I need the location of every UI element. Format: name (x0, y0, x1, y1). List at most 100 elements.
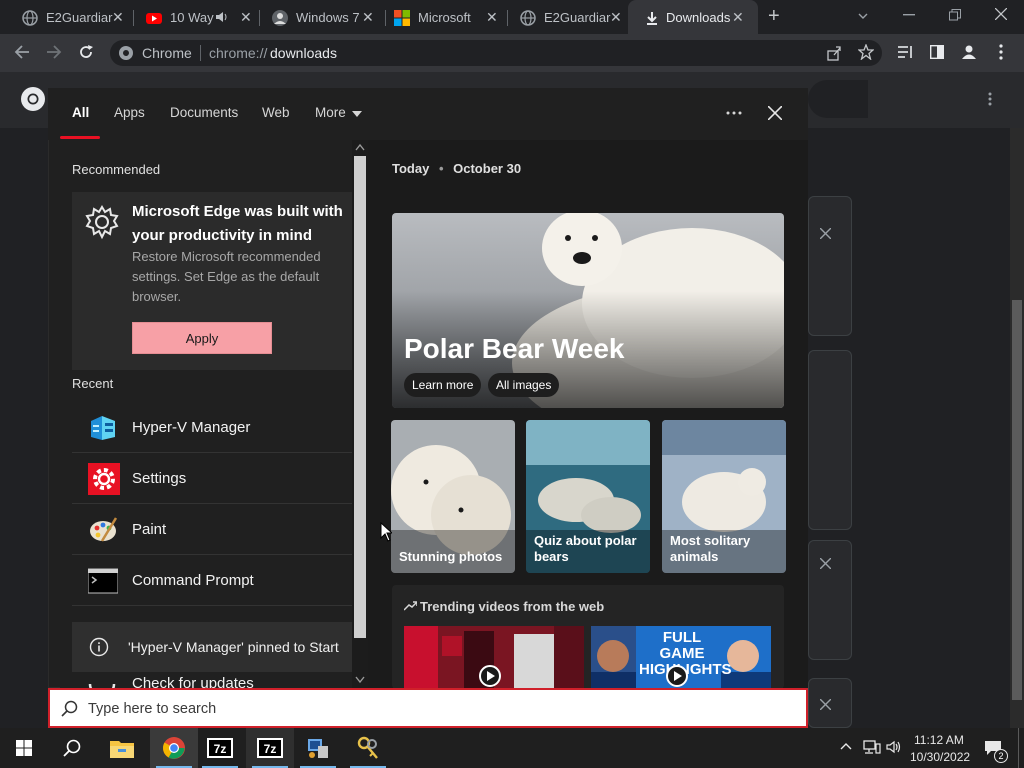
recent-item-settings[interactable]: Settings (72, 454, 352, 504)
taskbar-chrome[interactable] (150, 728, 198, 768)
stunning-photos-tile[interactable]: Stunning photos (391, 420, 515, 573)
restore-icon[interactable] (949, 9, 961, 21)
bookmark-star-icon[interactable] (858, 44, 874, 60)
volume-icon[interactable] (886, 740, 902, 754)
scroll-down-icon[interactable] (355, 676, 365, 684)
network-admin-icon (308, 739, 328, 758)
clock-time[interactable]: 11:12 AM (914, 733, 964, 747)
apply-button[interactable]: Apply (132, 322, 272, 354)
all-images-button[interactable]: All images (488, 373, 560, 397)
downloads-menu-icon[interactable] (988, 92, 992, 106)
tab-close-icon[interactable]: ✕ (486, 9, 498, 26)
url-host: downloads (270, 45, 337, 61)
tab-close-icon[interactable]: ✕ (610, 9, 622, 26)
tab-strip: E2Guardiar ✕ 10 Way ✕ Windows 7 ✕ Micros… (0, 0, 1024, 34)
taskbar-keys-app[interactable] (344, 728, 392, 768)
pinned-toast: 'Hyper-V Manager' pinned to Start (72, 622, 352, 672)
show-hidden-icons-chevron[interactable] (840, 742, 852, 750)
search-input[interactable] (88, 699, 688, 719)
side-panel-icon[interactable] (930, 45, 944, 59)
chrome-page-icon (119, 46, 133, 60)
tab-10-ways[interactable]: 10 Way ✕ (124, 0, 258, 34)
play-icon[interactable] (666, 665, 688, 687)
start-button[interactable] (0, 728, 48, 768)
reading-list-icon[interactable] (898, 45, 914, 59)
recent-item-paint[interactable]: Paint (72, 505, 352, 555)
tab-all[interactable]: All (72, 105, 89, 120)
taskbar-7zip[interactable]: 7z (196, 728, 244, 768)
tile-caption: Most solitary animals (670, 533, 751, 564)
most-solitary-animals-tile[interactable]: Most solitary animals (662, 420, 786, 573)
learn-more-button[interactable]: Learn more (404, 373, 482, 397)
recent-item-label: Command Prompt (132, 572, 254, 589)
taskbar-search-box[interactable] (48, 688, 808, 728)
command-prompt-icon (88, 568, 118, 594)
clock-date[interactable]: 10/30/2022 (910, 750, 970, 764)
forward-arrow-icon[interactable] (46, 44, 62, 60)
taskbar-network-admin[interactable] (294, 728, 342, 768)
tab-microsoft[interactable]: Microsoft ✕ (372, 0, 504, 34)
tab-label: 10 Way (170, 10, 214, 25)
taskbar-search-button[interactable] (48, 728, 96, 768)
recommended-title: Microsoft Edge was built with your produ… (132, 203, 343, 244)
recent-item-label: Settings (132, 470, 187, 487)
microsoft-logo-icon (394, 10, 410, 26)
new-tab-button[interactable]: + (768, 5, 780, 28)
tab-e2guardian-2[interactable]: E2Guardiar ✕ (498, 0, 630, 34)
recommended-body: Restore Microsoft recommended settings. … (132, 249, 321, 304)
youtube-icon (146, 13, 162, 24)
active-tab-indicator (60, 136, 100, 139)
profile-icon[interactable] (961, 44, 977, 60)
tab-windows-7[interactable]: Windows 7 ✕ (250, 0, 382, 34)
tab-label: Microsoft (418, 10, 471, 25)
page-scrollbar-thumb[interactable] (1012, 300, 1022, 700)
play-icon[interactable] (479, 665, 501, 687)
tab-e2guardian-1[interactable]: E2Guardiar ✕ (0, 0, 132, 34)
trending-arrow-icon (404, 601, 417, 611)
tab-downloads[interactable]: Downloads ✕ (628, 0, 758, 34)
more-caret-icon[interactable] (352, 111, 362, 117)
speaker-icon[interactable] (216, 11, 229, 23)
address-bar[interactable]: Chrome chrome:// downloads (110, 40, 882, 66)
recent-item-command-prompt[interactable]: Command Prompt (72, 556, 352, 606)
recent-item-label: Hyper-V Manager (132, 419, 251, 436)
close-flyout-icon[interactable] (768, 106, 782, 120)
tab-label: Windows 7 (296, 10, 360, 25)
network-icon[interactable] (863, 740, 881, 754)
toast-message: 'Hyper-V Manager' pinned to Start (128, 639, 339, 655)
reload-icon[interactable] (78, 44, 94, 60)
minimize-icon[interactable] (903, 14, 915, 16)
date-prefix: Today (392, 161, 430, 176)
quiz-polar-bears-tile[interactable]: Quiz about polar bears (526, 420, 650, 573)
tab-documents[interactable]: Documents (170, 105, 238, 120)
remove-download-icon[interactable] (820, 699, 831, 710)
chrome-menu-icon[interactable] (999, 44, 1003, 60)
tab-web[interactable]: Web (262, 105, 290, 120)
taskbar-file-explorer[interactable] (98, 728, 146, 768)
tab-search-chevron-icon[interactable] (857, 10, 869, 22)
remove-download-icon[interactable] (820, 558, 831, 569)
recent-heading: Recent (72, 376, 114, 391)
paint-palette-icon (90, 517, 118, 542)
recent-item-hyper-v-manager[interactable]: Hyper-V Manager (72, 403, 352, 453)
downloads-search-field[interactable] (808, 80, 868, 118)
more-options-icon[interactable] (726, 111, 742, 115)
taskbar-7zip-window[interactable]: 7z (246, 728, 294, 768)
results-scrollbar-thumb[interactable] (354, 156, 366, 638)
tab-close-icon[interactable]: ✕ (112, 9, 124, 26)
tab-apps[interactable]: Apps (114, 105, 145, 120)
tab-label: E2Guardiar (46, 10, 113, 25)
back-arrow-icon[interactable] (14, 44, 30, 60)
date-line: Today • October 30 (392, 161, 521, 176)
show-desktop-button[interactable] (1018, 728, 1024, 768)
settings-gear-icon (88, 463, 120, 495)
tab-more[interactable]: More (315, 105, 346, 120)
scroll-up-icon[interactable] (355, 143, 365, 151)
hyper-v-icon (91, 416, 115, 440)
share-icon[interactable] (826, 45, 842, 61)
svg-text:7z: 7z (214, 742, 227, 756)
remove-download-icon[interactable] (820, 228, 831, 239)
chrome-icon (163, 737, 185, 759)
close-window-icon[interactable] (995, 8, 1007, 20)
tab-close-icon[interactable]: ✕ (732, 9, 744, 26)
